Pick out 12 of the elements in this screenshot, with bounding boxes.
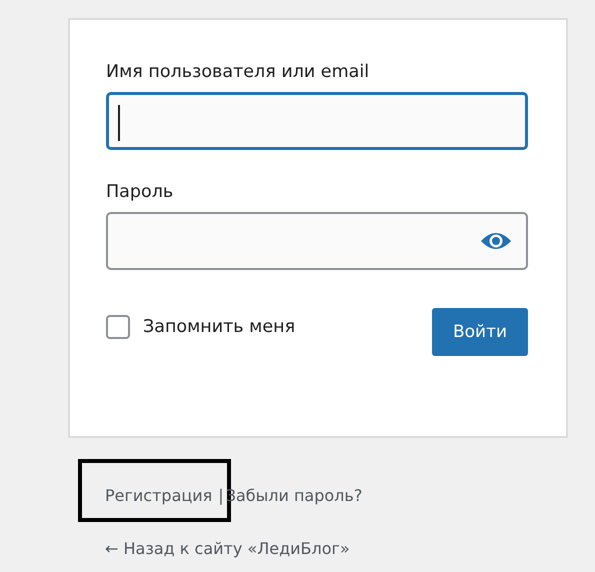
remember-checkbox[interactable]: [106, 315, 130, 339]
link-separator: |: [218, 486, 224, 505]
text-cursor: [118, 105, 120, 141]
checkbox-label: Запомнить меня: [143, 317, 296, 337]
password-field[interactable]: [106, 212, 528, 270]
field-label: Пароль: [106, 182, 174, 202]
back-link[interactable]: ← Назад к сайту «ЛедиБлог»: [105, 539, 350, 558]
nav-link[interactable]: Регистрация: [105, 486, 212, 505]
login-button[interactable]: Войти: [432, 308, 528, 356]
username-field[interactable]: [106, 92, 528, 150]
field-label: Имя пользователя или email: [106, 62, 370, 82]
eye-icon[interactable]: [480, 231, 512, 251]
